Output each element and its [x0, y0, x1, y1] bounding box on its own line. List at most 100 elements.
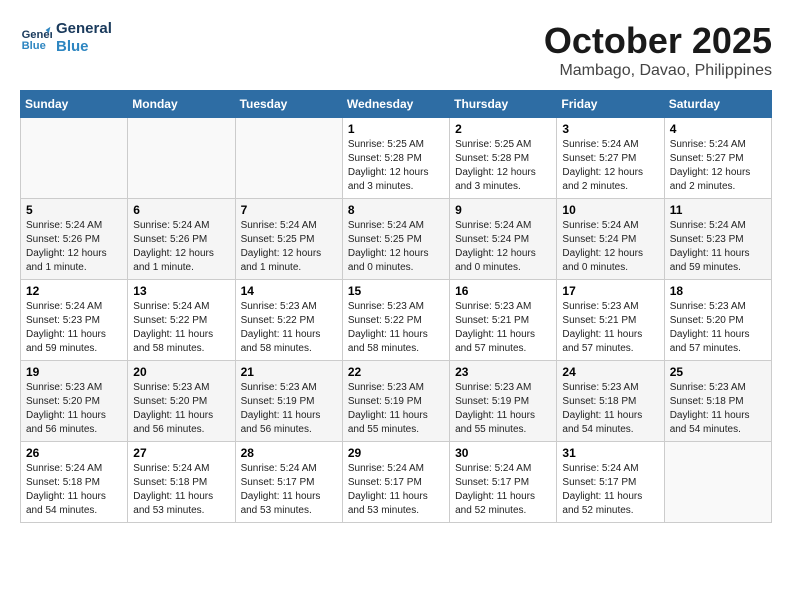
day-number: 22 — [348, 365, 444, 379]
calendar-cell: 17 Sunrise: 5:23 AM Sunset: 5:21 PM Dayli… — [557, 280, 664, 361]
title-area: October 2025 Mambago, Davao, Philippines — [544, 20, 772, 80]
cell-content: Sunrise: 5:25 AM Sunset: 5:28 PM Dayligh… — [348, 138, 444, 194]
day-number: 10 — [562, 203, 658, 217]
calendar-cell: 12 Sunrise: 5:24 AM Sunset: 5:23 PM Dayli… — [21, 280, 128, 361]
calendar-week-row: 26 Sunrise: 5:24 AM Sunset: 5:18 PM Dayli… — [21, 442, 772, 523]
weekday-header-sunday: Sunday — [21, 91, 128, 118]
cell-content: Sunrise: 5:23 AM Sunset: 5:21 PM Dayligh… — [562, 300, 658, 356]
day-number: 19 — [26, 365, 122, 379]
calendar-cell: 6 Sunrise: 5:24 AM Sunset: 5:26 PM Daylig… — [128, 199, 235, 280]
cell-content: Sunrise: 5:24 AM Sunset: 5:23 PM Dayligh… — [670, 219, 766, 275]
cell-content: Sunrise: 5:24 AM Sunset: 5:24 PM Dayligh… — [562, 219, 658, 275]
cell-content: Sunrise: 5:24 AM Sunset: 5:17 PM Dayligh… — [241, 462, 337, 518]
calendar-cell: 29 Sunrise: 5:24 AM Sunset: 5:17 PM Dayli… — [342, 442, 449, 523]
day-number: 31 — [562, 446, 658, 460]
cell-content: Sunrise: 5:24 AM Sunset: 5:17 PM Dayligh… — [562, 462, 658, 518]
calendar-cell: 18Sunrise: 5:23 AM Sunset: 5:20 PM Dayli… — [664, 280, 771, 361]
day-number: 5 — [26, 203, 122, 217]
day-number: 26 — [26, 446, 122, 460]
cell-content: Sunrise: 5:24 AM Sunset: 5:17 PM Dayligh… — [455, 462, 551, 518]
cell-content: Sunrise: 5:23 AM Sunset: 5:19 PM Dayligh… — [455, 381, 551, 437]
day-number: 16 — [455, 284, 551, 298]
cell-content: Sunrise: 5:24 AM Sunset: 5:25 PM Dayligh… — [348, 219, 444, 275]
calendar-cell: 28 Sunrise: 5:24 AM Sunset: 5:17 PM Dayli… — [235, 442, 342, 523]
calendar-cell: 9 Sunrise: 5:24 AM Sunset: 5:24 PM Daylig… — [450, 199, 557, 280]
day-number: 3 — [562, 122, 658, 136]
calendar-week-row: 12 Sunrise: 5:24 AM Sunset: 5:23 PM Dayli… — [21, 280, 772, 361]
logo: General Blue General Blue — [20, 20, 112, 56]
cell-content: Sunrise: 5:24 AM Sunset: 5:18 PM Dayligh… — [26, 462, 122, 518]
cell-content: Sunrise: 5:23 AM Sunset: 5:18 PM Dayligh… — [670, 381, 766, 437]
calendar-cell: 14Sunrise: 5:23 AM Sunset: 5:22 PM Dayli… — [235, 280, 342, 361]
calendar-cell: 23 Sunrise: 5:23 AM Sunset: 5:19 PM Dayli… — [450, 361, 557, 442]
day-number: 12 — [26, 284, 122, 298]
cell-content: Sunrise: 5:23 AM Sunset: 5:19 PM Dayligh… — [241, 381, 337, 437]
cell-content: Sunrise: 5:23 AM Sunset: 5:21 PM Dayligh… — [455, 300, 551, 356]
calendar-cell: 31 Sunrise: 5:24 AM Sunset: 5:17 PM Dayli… — [557, 442, 664, 523]
logo-icon: General Blue — [20, 22, 52, 54]
day-number: 17 — [562, 284, 658, 298]
calendar-cell — [21, 118, 128, 199]
calendar-cell — [235, 118, 342, 199]
cell-content: Sunrise: 5:24 AM Sunset: 5:25 PM Dayligh… — [241, 219, 337, 275]
day-number: 15 — [348, 284, 444, 298]
cell-content: Sunrise: 5:24 AM Sunset: 5:22 PM Dayligh… — [133, 300, 229, 356]
cell-content: Sunrise: 5:24 AM Sunset: 5:23 PM Dayligh… — [26, 300, 122, 356]
weekday-header-thursday: Thursday — [450, 91, 557, 118]
calendar-cell: 24 Sunrise: 5:23 AM Sunset: 5:18 PM Dayli… — [557, 361, 664, 442]
calendar-cell: 1 Sunrise: 5:25 AM Sunset: 5:28 PM Daylig… — [342, 118, 449, 199]
calendar-cell: 27Sunrise: 5:24 AM Sunset: 5:18 PM Dayli… — [128, 442, 235, 523]
day-number: 21 — [241, 365, 337, 379]
day-number: 24 — [562, 365, 658, 379]
day-number: 30 — [455, 446, 551, 460]
day-number: 23 — [455, 365, 551, 379]
cell-content: Sunrise: 5:23 AM Sunset: 5:18 PM Dayligh… — [562, 381, 658, 437]
cell-content: Sunrise: 5:24 AM Sunset: 5:17 PM Dayligh… — [348, 462, 444, 518]
weekday-header-monday: Monday — [128, 91, 235, 118]
calendar-cell: 22 Sunrise: 5:23 AM Sunset: 5:19 PM Dayli… — [342, 361, 449, 442]
location-subtitle: Mambago, Davao, Philippines — [544, 62, 772, 80]
svg-text:Blue: Blue — [22, 40, 46, 52]
month-title: October 2025 — [544, 20, 772, 62]
calendar-cell: 30 Sunrise: 5:24 AM Sunset: 5:17 PM Dayli… — [450, 442, 557, 523]
calendar-week-row: 5 Sunrise: 5:24 AM Sunset: 5:26 PM Daylig… — [21, 199, 772, 280]
calendar-body: 1 Sunrise: 5:25 AM Sunset: 5:28 PM Daylig… — [21, 118, 772, 523]
calendar-cell: 5 Sunrise: 5:24 AM Sunset: 5:26 PM Daylig… — [21, 199, 128, 280]
day-number: 13 — [133, 284, 229, 298]
calendar-cell: 2Sunrise: 5:25 AM Sunset: 5:28 PM Daylig… — [450, 118, 557, 199]
cell-content: Sunrise: 5:23 AM Sunset: 5:19 PM Dayligh… — [348, 381, 444, 437]
calendar-cell: 15 Sunrise: 5:23 AM Sunset: 5:22 PM Dayli… — [342, 280, 449, 361]
weekday-header-row: SundayMondayTuesdayWednesdayThursdayFrid… — [21, 91, 772, 118]
day-number: 1 — [348, 122, 444, 136]
day-number: 20 — [133, 365, 229, 379]
day-number: 14 — [241, 284, 337, 298]
day-number: 9 — [455, 203, 551, 217]
weekday-header-tuesday: Tuesday — [235, 91, 342, 118]
calendar-week-row: 19Sunrise: 5:23 AM Sunset: 5:20 PM Dayli… — [21, 361, 772, 442]
cell-content: Sunrise: 5:24 AM Sunset: 5:26 PM Dayligh… — [133, 219, 229, 275]
calendar-table: SundayMondayTuesdayWednesdayThursdayFrid… — [20, 90, 772, 523]
calendar-header: SundayMondayTuesdayWednesdayThursdayFrid… — [21, 91, 772, 118]
calendar-cell: 7Sunrise: 5:24 AM Sunset: 5:25 PM Daylig… — [235, 199, 342, 280]
cell-content: Sunrise: 5:23 AM Sunset: 5:22 PM Dayligh… — [348, 300, 444, 356]
calendar-cell: 11Sunrise: 5:24 AM Sunset: 5:23 PM Dayli… — [664, 199, 771, 280]
calendar-cell: 20Sunrise: 5:23 AM Sunset: 5:20 PM Dayli… — [128, 361, 235, 442]
calendar-cell: 3 Sunrise: 5:24 AM Sunset: 5:27 PM Daylig… — [557, 118, 664, 199]
calendar-cell: 21 Sunrise: 5:23 AM Sunset: 5:19 PM Dayli… — [235, 361, 342, 442]
calendar-cell: 10 Sunrise: 5:24 AM Sunset: 5:24 PM Dayli… — [557, 199, 664, 280]
day-number: 18 — [670, 284, 766, 298]
day-number: 6 — [133, 203, 229, 217]
cell-content: Sunrise: 5:24 AM Sunset: 5:27 PM Dayligh… — [562, 138, 658, 194]
cell-content: Sunrise: 5:25 AM Sunset: 5:28 PM Dayligh… — [455, 138, 551, 194]
calendar-cell: 8 Sunrise: 5:24 AM Sunset: 5:25 PM Daylig… — [342, 199, 449, 280]
calendar-cell — [128, 118, 235, 199]
calendar-cell: 19Sunrise: 5:23 AM Sunset: 5:20 PM Dayli… — [21, 361, 128, 442]
cell-content: Sunrise: 5:24 AM Sunset: 5:24 PM Dayligh… — [455, 219, 551, 275]
calendar-cell: 25Sunrise: 5:23 AM Sunset: 5:18 PM Dayli… — [664, 361, 771, 442]
cell-content: Sunrise: 5:24 AM Sunset: 5:27 PM Dayligh… — [670, 138, 766, 194]
calendar-cell: 4Sunrise: 5:24 AM Sunset: 5:27 PM Daylig… — [664, 118, 771, 199]
day-number: 8 — [348, 203, 444, 217]
cell-content: Sunrise: 5:24 AM Sunset: 5:26 PM Dayligh… — [26, 219, 122, 275]
day-number: 28 — [241, 446, 337, 460]
day-number: 29 — [348, 446, 444, 460]
